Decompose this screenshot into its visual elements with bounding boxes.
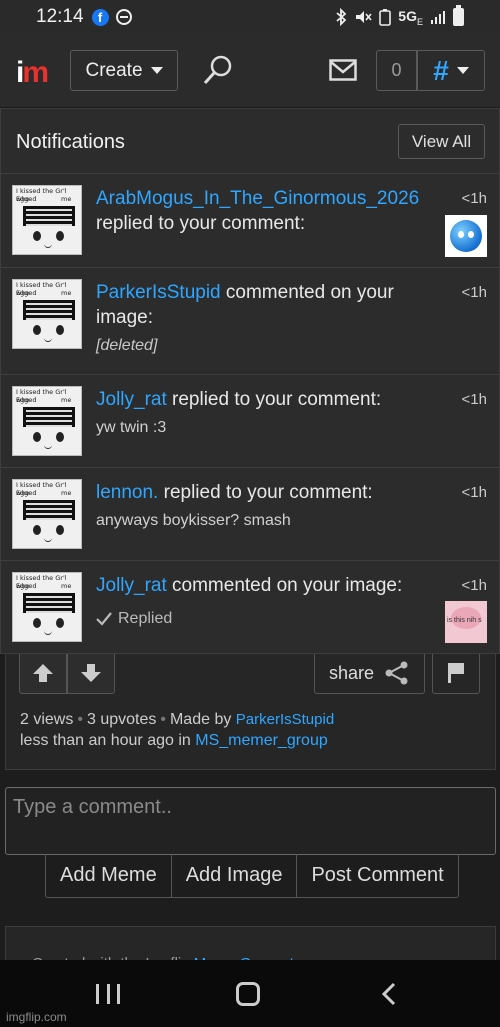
status-bar: 12:14 f 5GE <box>0 0 500 34</box>
notifications-title: Notifications <box>16 131 125 153</box>
imgflip-watermark: imgflip.com <box>6 1010 67 1024</box>
notification-item[interactable]: I kissed the Gr'l who Egged me Jolly_rat… <box>1 561 499 653</box>
recent-apps-icon[interactable] <box>96 984 120 1004</box>
checkmark-icon <box>96 611 112 626</box>
back-icon[interactable] <box>380 982 398 1006</box>
notification-comment: yw twin :3 <box>96 419 167 436</box>
chevron-down-icon <box>150 67 163 74</box>
notifications-dropdown: Notifications View All I kissed the Gr'l… <box>0 108 500 654</box>
flag-button[interactable] <box>432 652 480 694</box>
hashtag-icon: # <box>433 54 449 86</box>
arrow-up-icon <box>33 664 53 682</box>
stream-link[interactable]: MS_memer_group <box>195 732 328 749</box>
notification-user[interactable]: lennon. <box>96 482 158 503</box>
add-meme-button[interactable]: Add Meme <box>46 854 171 897</box>
streams-menu-button[interactable]: # <box>417 50 485 91</box>
author-link[interactable]: ParkerIsStupid <box>236 711 334 728</box>
mail-icon[interactable] <box>329 59 357 81</box>
home-icon[interactable] <box>236 982 260 1006</box>
notification-time: <1h <box>461 484 487 501</box>
notification-action: replied to your comment: <box>96 213 306 234</box>
avatar: I kissed the Gr'l who Egged me <box>12 279 82 349</box>
search-icon[interactable] <box>202 54 234 86</box>
top-nav: im Create 0 # <box>0 34 500 108</box>
notification-item[interactable]: I kissed the Gr'l who Egged me Jolly_rat… <box>1 375 499 468</box>
upvote-count: 3 upvotes <box>86 711 157 728</box>
network-type: 5GE <box>398 7 423 27</box>
avatar: I kissed the Gr'l who Egged me <box>12 572 82 642</box>
notification-count[interactable]: 0 <box>376 50 417 91</box>
comment-actions: Add Meme Add Image Post Comment <box>45 854 459 898</box>
chevron-down-icon <box>456 67 469 74</box>
notification-thumbnail[interactable]: is this nih s <box>445 601 487 643</box>
add-image-button[interactable]: Add Image <box>170 854 297 897</box>
notification-thumbnail[interactable] <box>445 215 487 257</box>
comment-input[interactable]: Type a comment.. <box>5 787 496 855</box>
status-time: 12:14 <box>36 6 84 27</box>
share-icon <box>385 661 408 685</box>
post-meta: 2 views • 3 upvotes • Made by ParkerIsStupid… <box>20 711 335 749</box>
avatar: I kissed the Gr'l who Egged me <box>12 386 82 456</box>
notification-action: replied to your comment: <box>166 389 382 410</box>
notification-action: commented on your image: <box>166 575 403 596</box>
notification-user[interactable]: ParkerIsStupid <box>96 282 221 303</box>
post-comment-button[interactable]: Post Comment <box>296 854 457 897</box>
notification-item[interactable]: I kissed the Gr'l who Egged me ParkerIsS… <box>1 268 499 375</box>
notification-time: <1h <box>461 190 487 207</box>
notification-time: <1h <box>461 577 487 594</box>
notification-comment: anyways boykisser? smash <box>96 512 291 529</box>
notification-user[interactable]: Jolly_rat <box>96 389 167 410</box>
notification-time: <1h <box>461 284 487 301</box>
avatar: I kissed the Gr'l who Egged me <box>12 479 82 549</box>
do-not-disturb-icon <box>115 9 132 25</box>
notification-user[interactable]: Jolly_rat <box>96 575 167 596</box>
notification-time: <1h <box>461 391 487 408</box>
signal-icon <box>431 10 445 24</box>
imgflip-logo[interactable]: im <box>16 56 49 90</box>
android-nav-bar: imgflip.com <box>0 960 500 1027</box>
arrow-down-icon <box>81 664 101 682</box>
flag-icon <box>448 663 464 683</box>
share-button[interactable]: share <box>314 652 425 694</box>
upvote-button[interactable] <box>19 652 67 694</box>
notification-user[interactable]: ArabMogus_In_The_Ginormous_2026 <box>96 188 419 209</box>
battery-icon <box>453 4 464 26</box>
battery-saver-icon <box>379 8 392 26</box>
replied-status: Replied <box>96 606 446 631</box>
notification-comment: [deleted] <box>96 337 158 354</box>
downvote-button[interactable] <box>67 652 115 694</box>
notification-item[interactable]: I kissed the Gr'l who Egged me ArabMogus… <box>1 174 499 268</box>
create-button[interactable]: Create <box>70 50 178 91</box>
mute-icon <box>356 10 372 23</box>
notification-action: replied to your comment: <box>158 482 373 503</box>
view-all-button[interactable]: View All <box>398 124 485 159</box>
facebook-icon: f <box>91 8 109 26</box>
notification-item[interactable]: I kissed the Gr'l who Egged me lennon. r… <box>1 468 499 561</box>
bluetooth-icon <box>336 7 347 26</box>
avatar: I kissed the Gr'l who Egged me <box>12 185 82 255</box>
view-count: 2 views <box>20 711 74 728</box>
notifications-header: Notifications View All <box>1 109 499 174</box>
